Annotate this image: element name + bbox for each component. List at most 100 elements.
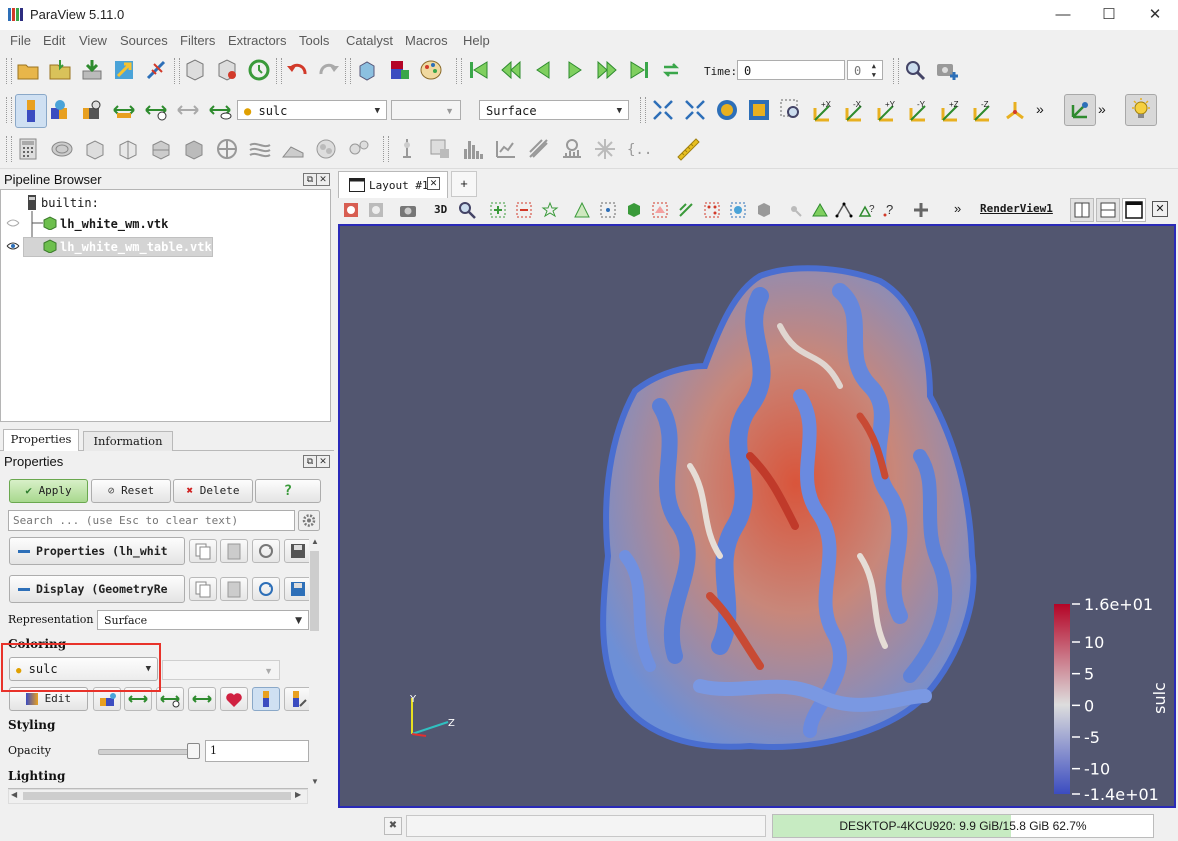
- disconnect-icon[interactable]: [144, 58, 168, 82]
- close-view-button[interactable]: ✕: [1152, 201, 1168, 217]
- palette-icon[interactable]: [419, 58, 443, 82]
- select-block-icon[interactable]: [625, 201, 643, 219]
- scroll-down-icon[interactable]: ▼: [311, 777, 319, 786]
- coloring-array-select[interactable]: ● sulc ▼: [9, 657, 158, 681]
- view-name-label[interactable]: RenderView1: [980, 202, 1053, 215]
- query-selection-icon[interactable]: ?: [858, 201, 876, 219]
- maximize-view-button[interactable]: [1122, 198, 1146, 222]
- view-plus-y-icon[interactable]: +Y: [875, 98, 899, 122]
- layout-tab[interactable]: Layout #1 ✕: [338, 171, 448, 198]
- edit-color-map-icon[interactable]: [48, 98, 72, 122]
- plot-over-line-icon[interactable]: [428, 137, 452, 161]
- view-toolbar-overflow[interactable]: »: [954, 201, 961, 216]
- opacity-input[interactable]: 1: [205, 740, 309, 762]
- grow-selection-icon[interactable]: [755, 201, 773, 219]
- interrupt-button[interactable]: ✖: [384, 817, 402, 835]
- interactive-select-points-icon[interactable]: [677, 201, 695, 219]
- clip-icon[interactable]: [83, 137, 107, 161]
- probe-line-icon[interactable]: [395, 137, 419, 161]
- tab-properties[interactable]: Properties: [3, 429, 79, 451]
- color-array-combo[interactable]: ● sulc ▼: [237, 100, 387, 120]
- split-vertical-button[interactable]: [1096, 198, 1120, 222]
- save-display-defaults-button[interactable]: [284, 577, 312, 601]
- load-state-icon[interactable]: [215, 58, 239, 82]
- representation-select[interactable]: Surface ▼: [97, 610, 309, 630]
- loop-icon[interactable]: [659, 58, 683, 82]
- help-button[interactable]: ?: [255, 479, 321, 503]
- add-annotation-icon[interactable]: [912, 201, 930, 219]
- zoom-to-data-icon[interactable]: [715, 98, 739, 122]
- maximize-button[interactable]: ☐: [1086, 0, 1132, 30]
- first-frame-icon[interactable]: [467, 58, 491, 82]
- load-data-icon[interactable]: [80, 58, 104, 82]
- auto-apply-icon[interactable]: [247, 58, 271, 82]
- representation-combo[interactable]: Surface ▼: [479, 100, 629, 120]
- save-state-icon[interactable]: [183, 58, 207, 82]
- menu-view[interactable]: View: [79, 33, 107, 48]
- coloring-component-select[interactable]: ▼: [162, 660, 280, 680]
- camera-undo-icon[interactable]: [355, 58, 379, 82]
- properties-scrollbar[interactable]: ▲ ▼: [309, 537, 321, 789]
- hover-cells-icon[interactable]: [729, 201, 747, 219]
- paste-display-button[interactable]: [220, 577, 248, 601]
- shrink-selection-icon[interactable]: [786, 201, 804, 219]
- reset-button[interactable]: ⊘ Reset: [91, 479, 171, 503]
- menu-extractors[interactable]: Extractors: [228, 33, 287, 48]
- camera-link-grey-icon[interactable]: [367, 201, 385, 219]
- toolbar-overflow-button-2[interactable]: »: [1098, 101, 1106, 117]
- view-minus-y-icon[interactable]: -Y: [907, 98, 931, 122]
- close-panel-button[interactable]: ✕: [316, 173, 330, 186]
- reload-display-button[interactable]: [252, 577, 280, 601]
- menu-file[interactable]: File: [10, 33, 31, 48]
- copy-display-button[interactable]: [189, 577, 217, 601]
- warp-by-vector-icon[interactable]: [281, 137, 305, 161]
- render-view[interactable]: Y Z 1.6e+01 10 5 0 -5 -10 -1.4e+01 sulc: [338, 224, 1176, 808]
- pipeline-root[interactable]: builtin:: [41, 196, 99, 210]
- close-tab-icon[interactable]: ✕: [427, 177, 440, 190]
- eye-closed-icon[interactable]: [6, 218, 20, 228]
- rescale-temporal-button[interactable]: [188, 687, 216, 711]
- spin-arrows-icon[interactable]: ▲ ▼: [872, 62, 876, 80]
- toggle-center-axes-button[interactable]: [1064, 94, 1096, 126]
- choose-preset-button[interactable]: [93, 687, 121, 711]
- view-minus-x-icon[interactable]: -X: [843, 98, 867, 122]
- copy-properties-button[interactable]: [189, 539, 217, 563]
- capture-screenshot-icon[interactable]: [342, 201, 360, 219]
- properties-group-toggle[interactable]: Properties (lh_whit: [9, 537, 185, 565]
- pipeline-item-lh-white-wm-table[interactable]: lh_white_wm_table.vtk: [60, 240, 212, 254]
- menu-catalyst[interactable]: Catalyst: [346, 33, 393, 48]
- menu-help[interactable]: Help: [463, 33, 490, 48]
- reset-camera-icon[interactable]: [651, 98, 675, 122]
- interactive-zoom-icon[interactable]: [779, 98, 803, 122]
- hover-points-icon[interactable]: [703, 201, 721, 219]
- display-group-toggle[interactable]: Display (GeometryRe: [9, 575, 185, 603]
- extract-level-icon[interactable]: [347, 137, 371, 161]
- open-recent-icon[interactable]: [48, 58, 72, 82]
- toolbar-overflow-button[interactable]: »: [1036, 101, 1044, 117]
- reload-properties-button[interactable]: [252, 539, 280, 563]
- add-layout-tab-button[interactable]: +: [451, 171, 477, 197]
- advanced-settings-gear-icon[interactable]: [298, 510, 320, 531]
- camera-icon[interactable]: [399, 201, 417, 219]
- float-panel-button[interactable]: ⧉: [303, 455, 317, 468]
- redo-icon[interactable]: [317, 58, 341, 82]
- zoom-to-box-icon[interactable]: [747, 98, 771, 122]
- temporal-statistics-icon[interactable]: [560, 137, 584, 161]
- connect-icon[interactable]: [112, 58, 136, 82]
- open-folder-icon[interactable]: [16, 58, 40, 82]
- next-frame-icon[interactable]: [595, 58, 619, 82]
- select-cells-on-icon[interactable]: [515, 201, 533, 219]
- save-defaults-button[interactable]: [284, 539, 312, 563]
- plot-data-icon[interactable]: [494, 137, 518, 161]
- rescale-temporal-icon[interactable]: [176, 98, 200, 122]
- scroll-up-icon[interactable]: ▲: [311, 537, 319, 546]
- view-plus-x-icon[interactable]: +X: [811, 98, 835, 122]
- delete-button[interactable]: ✖ Delete: [173, 479, 253, 503]
- plot-selection-icon[interactable]: [835, 201, 853, 219]
- rescale-custom-button[interactable]: [156, 687, 184, 711]
- select-points-frustum-icon[interactable]: [599, 201, 617, 219]
- histogram-icon[interactable]: [461, 137, 485, 161]
- apply-button[interactable]: ✔ Apply: [9, 479, 88, 503]
- select-cells-frustum-icon[interactable]: [573, 201, 591, 219]
- group-datasets-icon[interactable]: [314, 137, 338, 161]
